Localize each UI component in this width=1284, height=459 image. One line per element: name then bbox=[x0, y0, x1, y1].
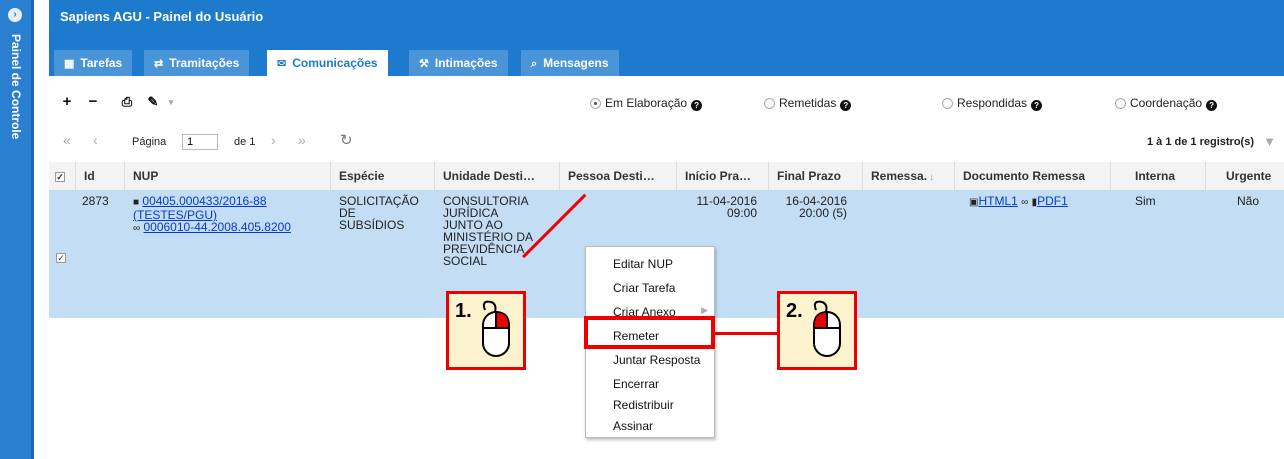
submenu-arrow-icon: ▶ bbox=[701, 305, 708, 315]
envelope-icon: ✉ bbox=[277, 58, 287, 70]
column-header-pessoa[interactable]: Pessoa Desti… bbox=[560, 162, 677, 190]
remove-button[interactable]: − bbox=[83, 90, 103, 114]
column-header-unidade[interactable]: Unidade Desti… bbox=[435, 162, 560, 190]
page-input[interactable] bbox=[182, 134, 218, 150]
select-all-checkbox[interactable]: ✓ bbox=[49, 162, 76, 190]
checkbox-icon: ✓ bbox=[55, 172, 65, 182]
column-header-inicio[interactable]: Início Pra… bbox=[677, 162, 769, 190]
filter-coordenacao[interactable]: Coordenação? bbox=[1115, 96, 1218, 111]
toolbar: + − ⎙ ✎ ▾ Em Elaboração? Remetidas? Resp… bbox=[49, 90, 1284, 118]
chevron-down-icon[interactable]: ▾ bbox=[161, 90, 181, 114]
mouse-right-click-icon bbox=[482, 300, 510, 357]
book-icon: ■ bbox=[133, 197, 140, 208]
next-page-icon[interactable]: › bbox=[271, 132, 276, 148]
row-interna: Sim bbox=[1135, 194, 1156, 208]
help-icon: ? bbox=[1206, 100, 1218, 111]
sort-icon: ↓ bbox=[929, 172, 935, 183]
grid-header: ✓ Id NUP Espécie Unidade Desti… Pessoa D… bbox=[49, 162, 1284, 191]
tab-intimacoes[interactable]: ⚒ Intimações bbox=[409, 50, 508, 76]
row-unidade: CONSULTORIA JURÍDICA JUNTO AO MINISTÉRIO… bbox=[443, 194, 534, 268]
menu-item-editar-nup[interactable]: Editar NUP bbox=[613, 257, 673, 271]
menu-item-redistribuir[interactable]: Redistribuir bbox=[613, 398, 674, 412]
column-header-remessa[interactable]: Remessa. ↓ bbox=[863, 162, 955, 190]
row-id: 2873 bbox=[82, 194, 109, 208]
add-button[interactable]: + bbox=[57, 90, 77, 114]
column-header-especie[interactable]: Espécie bbox=[331, 162, 435, 190]
print-icon[interactable]: ⎙ bbox=[117, 90, 137, 114]
row-urgente: Não bbox=[1237, 194, 1260, 208]
tab-mensagens[interactable]: ⌕ Mensagens bbox=[521, 50, 619, 76]
first-page-icon[interactable]: « bbox=[63, 132, 71, 148]
annotation-line bbox=[715, 332, 778, 335]
mouse-left-click-icon bbox=[813, 300, 841, 357]
column-header-documento[interactable]: Documento Remessa bbox=[955, 162, 1111, 190]
radio-icon bbox=[942, 98, 953, 109]
app-title: Sapiens AGU - Painel do Usuário bbox=[60, 9, 264, 24]
menu-item-juntar-resposta[interactable]: Juntar Resposta bbox=[613, 353, 700, 367]
radio-icon bbox=[590, 98, 601, 109]
refresh-icon[interactable]: ↻ bbox=[340, 131, 353, 149]
remeter-highlight bbox=[584, 316, 715, 349]
filter-respondidas[interactable]: Respondidas? bbox=[942, 96, 1043, 111]
column-header-urgente[interactable]: Urgente bbox=[1206, 162, 1284, 190]
row-documento: ▣HTML1 ∞ ▮PDF1 bbox=[969, 195, 1068, 209]
chevron-right-circle-icon[interactable]: › bbox=[8, 8, 22, 22]
link-icon: ∞ bbox=[1021, 197, 1029, 208]
help-icon: ? bbox=[840, 100, 852, 111]
link-icon: ∞ bbox=[133, 223, 141, 234]
row-especie: SOLICITAÇÃO DE SUBSÍDIOS bbox=[339, 194, 419, 232]
record-count: 1 à 1 de 1 registro(s) bbox=[1147, 136, 1254, 148]
row-inicio: 11-04-2016 09:00 bbox=[696, 194, 758, 220]
step-1-right-click-callout: 1. bbox=[446, 291, 526, 370]
page-label: Página bbox=[132, 136, 167, 148]
process-link[interactable]: 0006010-44.2008.405.8200 bbox=[143, 220, 290, 234]
tab-tramitacoes[interactable]: ⇄ Tramitações bbox=[144, 50, 250, 76]
exchange-icon: ⇄ bbox=[154, 58, 164, 70]
pdf-doc-link[interactable]: PDF1 bbox=[1037, 194, 1068, 208]
column-header-interna[interactable]: Interna bbox=[1111, 162, 1206, 190]
filter-em-elaboracao[interactable]: Em Elaboração? bbox=[590, 96, 703, 111]
prev-page-icon[interactable]: ‹ bbox=[93, 132, 98, 148]
help-icon: ? bbox=[1031, 100, 1043, 111]
wrench-icon[interactable]: ✎ bbox=[143, 90, 163, 114]
filter-remetidas[interactable]: Remetidas? bbox=[764, 96, 852, 111]
control-panel-sidebar[interactable]: › Painel de Controle bbox=[0, 0, 34, 459]
html-doc-link[interactable]: HTML1 bbox=[978, 194, 1017, 208]
menu-item-assinar[interactable]: Assinar bbox=[613, 419, 653, 433]
column-header-id[interactable]: Id bbox=[76, 162, 125, 190]
gavel-icon: ⚒ bbox=[419, 58, 429, 70]
row-nup: ■ 00405.000433/2016-88 (TESTES/PGU) ∞ 00… bbox=[133, 195, 291, 235]
row-checkbox[interactable]: ✓ bbox=[56, 253, 66, 263]
menu-item-criar-tarefa[interactable]: Criar Tarefa bbox=[613, 281, 675, 295]
pagination-bar: « ‹ Página de 1 › » ↻ 1 à 1 de 1 registr… bbox=[49, 128, 1284, 154]
app-header: Sapiens AGU - Painel do Usuário ▦ Tarefas… bbox=[49, 0, 1284, 76]
column-header-nup[interactable]: NUP bbox=[125, 162, 331, 190]
last-page-icon[interactable]: » bbox=[298, 132, 306, 148]
chat-icon: ⌕ bbox=[531, 58, 538, 70]
page-total: de 1 bbox=[234, 136, 256, 148]
help-icon: ? bbox=[691, 100, 703, 111]
column-header-final[interactable]: Final Prazo bbox=[769, 162, 863, 190]
nup-link[interactable]: 00405.000433/2016-88 bbox=[142, 194, 266, 208]
tab-comunicacoes[interactable]: ✉ Comunicações bbox=[267, 50, 388, 76]
filter-icon[interactable]: ▼ bbox=[1263, 134, 1276, 149]
tab-tarefas[interactable]: ▦ Tarefas bbox=[54, 50, 133, 76]
radio-icon bbox=[1115, 98, 1126, 109]
menu-item-encerrar[interactable]: Encerrar bbox=[613, 377, 659, 391]
radio-icon bbox=[764, 98, 775, 109]
row-final: 16-04-2016 20:00 (5) bbox=[785, 194, 847, 220]
sidebar-title: Painel de Controle bbox=[9, 34, 23, 140]
step-2-click-callout: 2. bbox=[777, 291, 857, 370]
calendar-icon: ▦ bbox=[64, 58, 75, 70]
